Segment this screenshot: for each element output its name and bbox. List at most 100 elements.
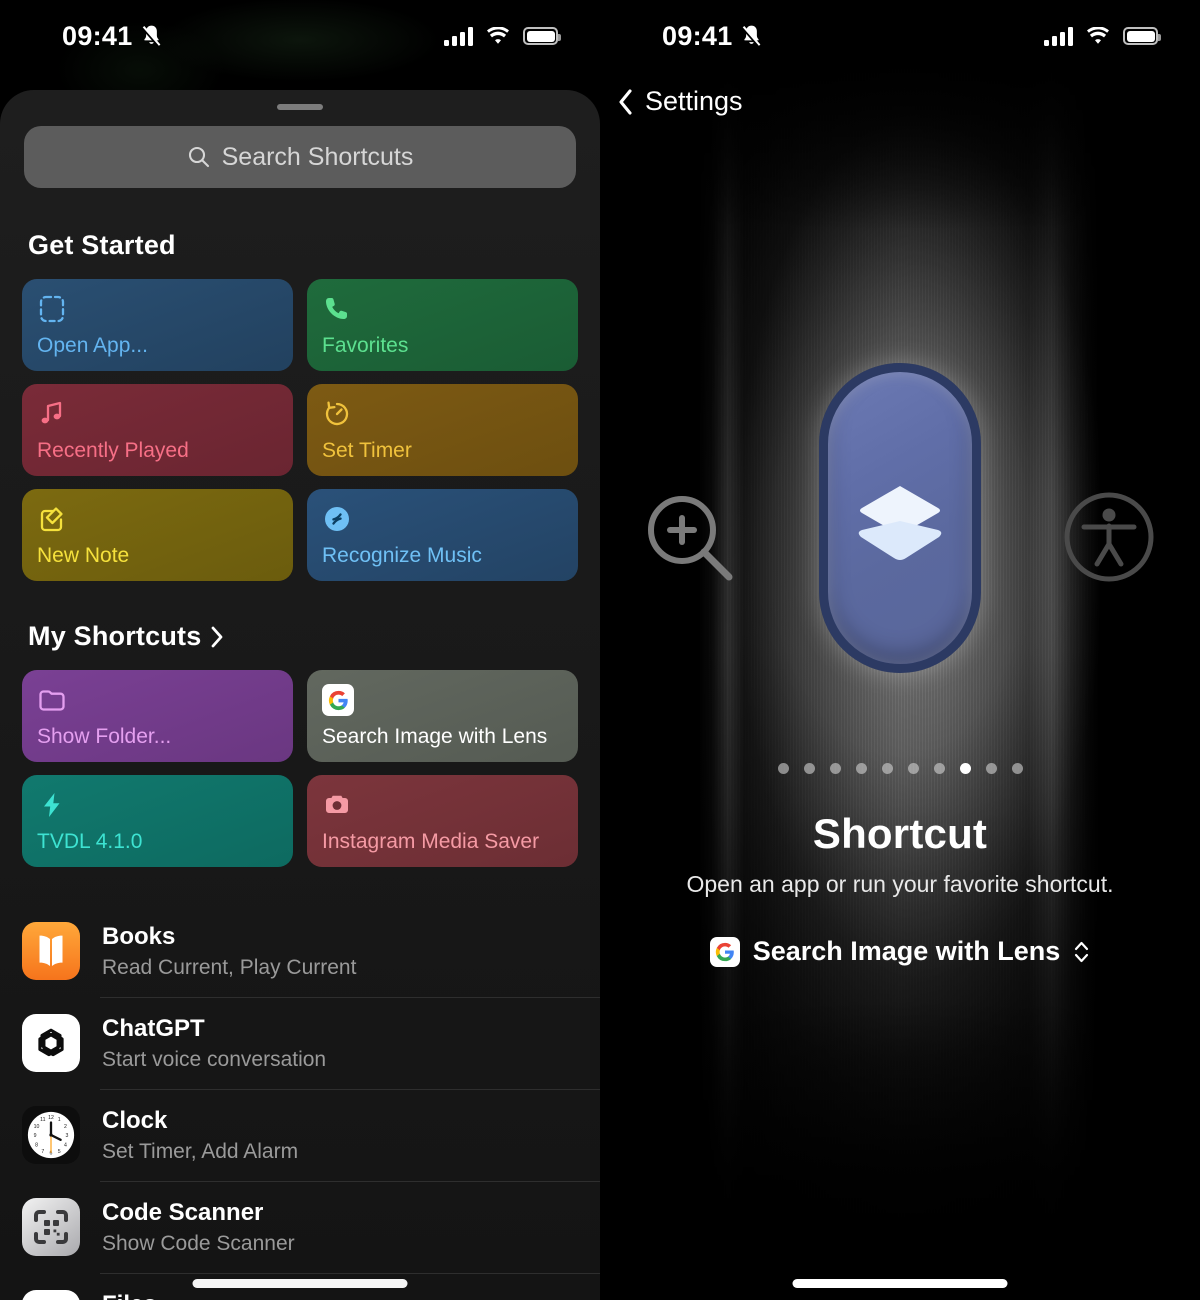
page-dot[interactable] <box>881 763 893 774</box>
clock-app-icon: 12 3 6 9 1 2 4 5 7 8 10 11 <box>22 1106 80 1164</box>
back-button-label: Settings <box>645 86 743 116</box>
shortcuts-app-panel: 09:41 Search Shortcuts Get Started Open … <box>0 0 600 1300</box>
shortcut-tile[interactable]: Favorites <box>307 279 578 371</box>
chatgpt-app-icon <box>22 1014 80 1072</box>
app-list-item[interactable]: Code Scanner Show Code Scanner <box>22 1181 600 1273</box>
svg-text:1: 1 <box>58 1117 61 1123</box>
app-list-item-text: Clock Set Timer, Add Alarm <box>102 1107 298 1164</box>
svg-text:4: 4 <box>64 1143 67 1149</box>
svg-text:9: 9 <box>34 1133 37 1139</box>
cellular-signal-icon <box>444 26 473 46</box>
search-placeholder: Search Shortcuts <box>221 142 414 171</box>
shortcut-tile-label: TVDL 4.1.0 <box>37 830 143 853</box>
bolt-icon <box>37 788 278 822</box>
folder-icon <box>37 683 278 717</box>
shortcut-tile[interactable]: Recently Played <box>22 384 293 476</box>
page-dot[interactable] <box>829 763 841 774</box>
shortcut-tile[interactable]: Instagram Media Saver <box>307 775 578 867</box>
code-scanner-app-icon <box>22 1198 80 1256</box>
google-icon <box>322 683 563 717</box>
compose-note-icon <box>37 502 278 536</box>
page-title: Shortcut <box>812 810 988 857</box>
my-shortcuts-header[interactable]: My Shortcuts <box>28 621 600 652</box>
status-bar-left: 09:41 <box>62 21 163 52</box>
shortcut-tile[interactable]: New Note <box>22 489 293 581</box>
app-actions-subtitle: Start voice conversation <box>102 1047 327 1071</box>
back-button[interactable]: Settings <box>618 86 743 117</box>
page-indicator[interactable] <box>600 763 1200 774</box>
shortcut-tile-label: Recently Played <box>37 439 189 462</box>
picker-value: Search Image with Lens <box>752 936 1061 966</box>
get-started-tile-grid: Open App... Favorites Recently Played Set T… <box>0 261 600 581</box>
files-app-icon <box>22 1290 80 1300</box>
page-dot[interactable] <box>855 763 867 774</box>
my-shortcuts-heading: My Shortcuts <box>28 621 202 651</box>
page-dot[interactable] <box>803 763 815 774</box>
shortcut-tile-label: Search Image with Lens <box>322 725 548 748</box>
sheet-grabber[interactable] <box>277 104 323 110</box>
app-name: Clock <box>102 1106 168 1134</box>
page-description: Open an app or run your favorite shortcu… <box>686 871 1114 897</box>
shortcut-tile[interactable]: Recognize Music <box>307 489 578 581</box>
svg-text:11: 11 <box>40 1117 45 1123</box>
battery-icon <box>1123 27 1161 45</box>
magnifier-plus-icon <box>644 492 738 586</box>
page-dot[interactable] <box>777 763 789 774</box>
timer-icon <box>322 397 563 431</box>
google-icon <box>709 936 740 967</box>
phone-icon <box>322 292 563 326</box>
app-list-item[interactable]: 12 3 6 9 1 2 4 5 7 8 10 11 Clock Set Timer, Add Alarm <box>22 1089 600 1181</box>
my-shortcuts-tile-grid: Show Folder... Search Image with Lens TVDL… <box>0 652 600 867</box>
shortcut-tile[interactable]: Open App... <box>22 279 293 371</box>
shortcut-picker[interactable]: Search Image with Lens <box>600 936 1200 967</box>
shortcut-tile[interactable]: Set Timer <box>307 384 578 476</box>
home-indicator[interactable] <box>192 1279 408 1288</box>
chevron-left-icon <box>618 88 633 115</box>
shortcut-tile[interactable]: Show Folder... <box>22 670 293 762</box>
svg-text:2: 2 <box>64 1124 67 1130</box>
dual-screenshot: 09:41 Search Shortcuts Get Started Open … <box>0 0 1200 1300</box>
app-list-item-text: ChatGPT Start voice conversation <box>102 1015 326 1072</box>
app-name: ChatGPT <box>102 1014 205 1042</box>
svg-text:10: 10 <box>34 1124 40 1130</box>
action-caption: Shortcut Open an app or run your favorit… <box>600 810 1200 967</box>
status-bar-left: 09:41 <box>662 21 763 52</box>
page-dot[interactable] <box>907 763 919 774</box>
accessibility-icon <box>1060 488 1158 586</box>
app-name: Code Scanner <box>102 1198 264 1226</box>
status-bar-right <box>1044 25 1161 46</box>
search-input[interactable]: Search Shortcuts <box>24 126 576 188</box>
up-down-chevron-icon <box>1073 939 1090 965</box>
camera-icon <box>322 788 563 822</box>
app-list-item[interactable]: Books Read Current, Play Current <box>22 905 600 997</box>
open-app-icon <box>37 292 278 326</box>
shortcut-tile-label: Set Timer <box>322 439 412 462</box>
chevron-right-icon <box>211 626 224 648</box>
shortcut-tile[interactable]: TVDL 4.1.0 <box>22 775 293 867</box>
app-actions-subtitle: Read Current, Play Current <box>102 955 357 979</box>
svg-text:5: 5 <box>58 1149 61 1155</box>
status-time: 09:41 <box>62 20 133 51</box>
status-bar: 09:41 <box>0 0 600 72</box>
shortcut-tile[interactable]: Search Image with Lens <box>307 670 578 762</box>
shortcut-tile-label: New Note <box>37 544 130 567</box>
shazam-icon <box>322 502 563 536</box>
page-dot[interactable] <box>933 763 945 774</box>
battery-icon <box>523 27 561 45</box>
search-icon <box>187 145 211 169</box>
bell-slash-icon <box>140 23 163 49</box>
action-button-settings-panel: 09:41 Settings Shortcut Open an app or r… <box>600 0 1200 1300</box>
app-actions-subtitle: Set Timer, Add Alarm <box>102 1139 299 1163</box>
action-button-graphic <box>819 363 981 673</box>
shortcuts-sheet: Search Shortcuts Get Started Open App...… <box>0 90 600 1300</box>
shortcuts-stack-icon <box>854 472 946 564</box>
page-dot[interactable] <box>959 763 971 774</box>
app-list-item-text: Books Read Current, Play Current <box>102 923 356 980</box>
hero-bottom-fade <box>600 1000 1200 1300</box>
music-note-icon <box>37 397 278 431</box>
home-indicator[interactable] <box>792 1279 1008 1288</box>
page-dot[interactable] <box>1011 763 1023 774</box>
page-dot[interactable] <box>985 763 997 774</box>
app-list-item[interactable]: ChatGPT Start voice conversation <box>22 997 600 1089</box>
shortcut-tile-label: Favorites <box>322 334 409 357</box>
